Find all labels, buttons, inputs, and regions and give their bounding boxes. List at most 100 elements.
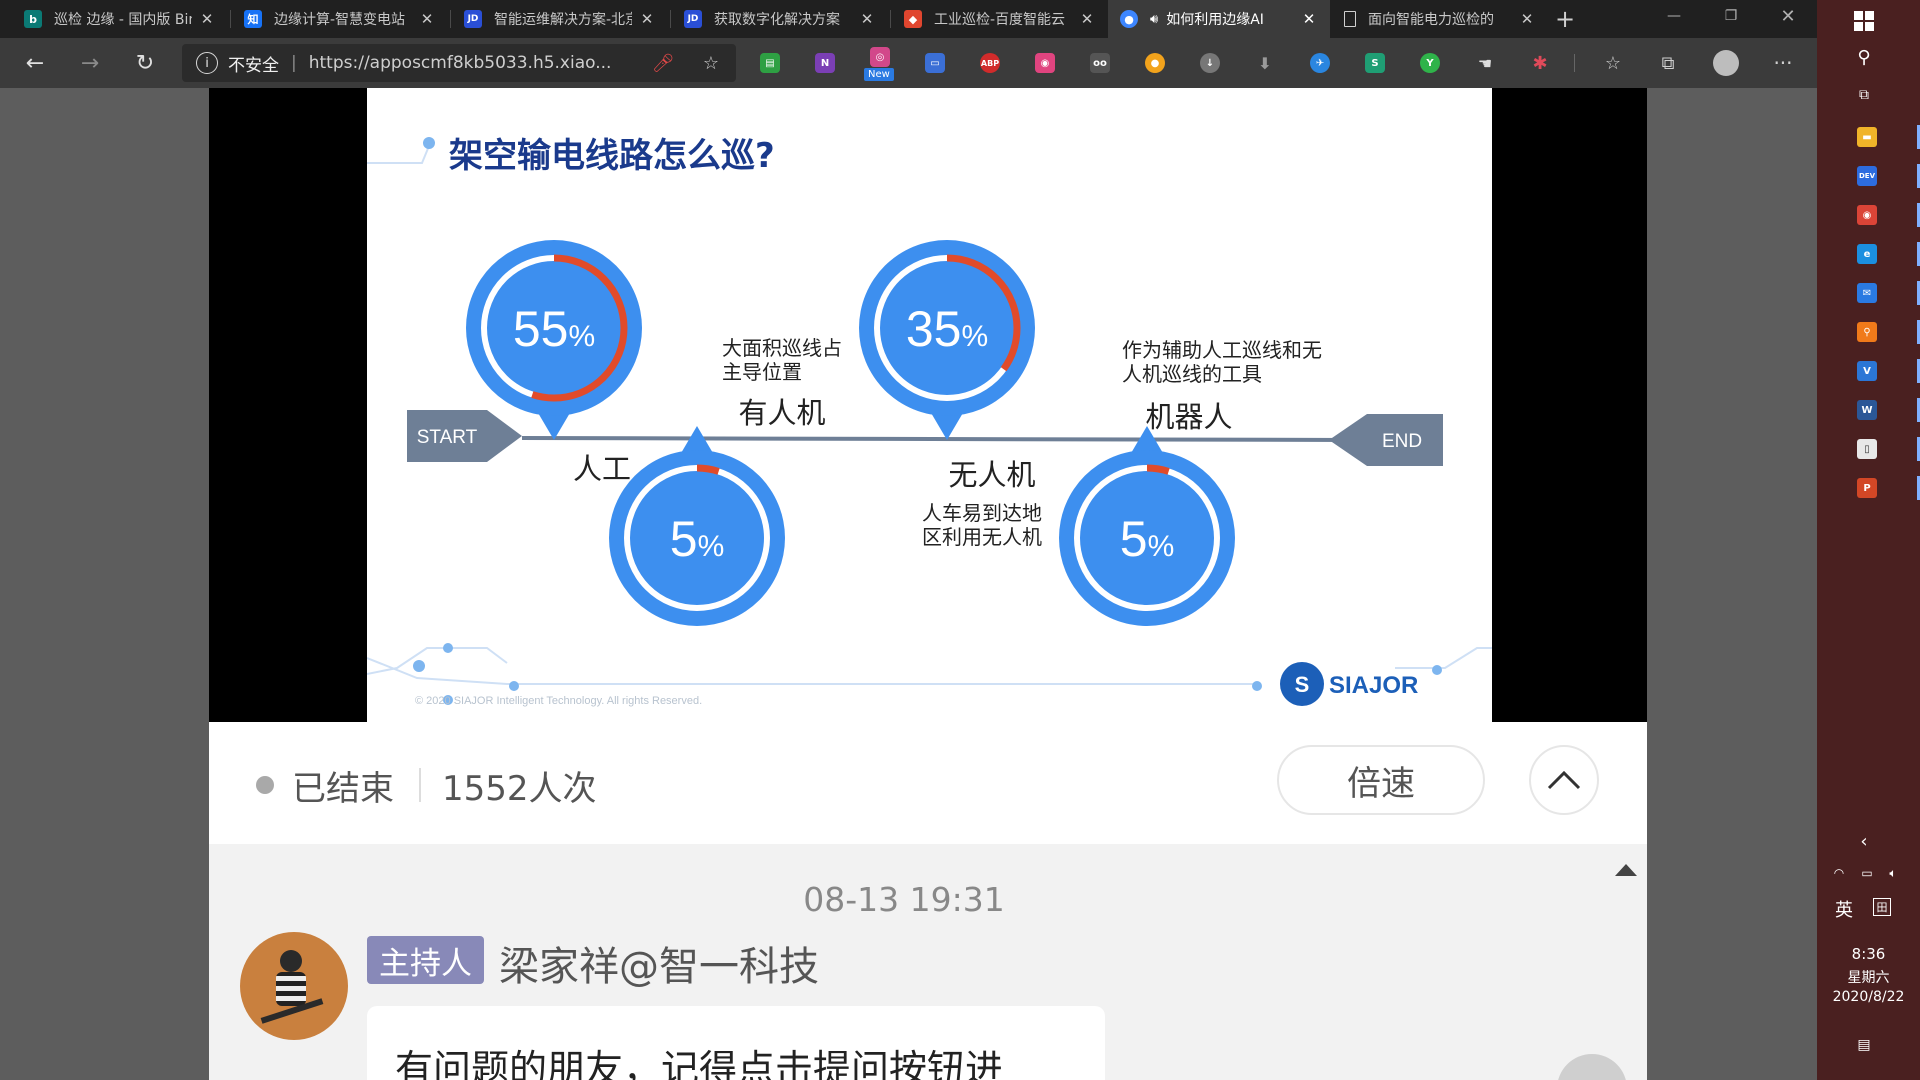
marker-drone: 35%	[859, 240, 1035, 440]
hand-ext-icon[interactable]: ☚	[1475, 53, 1495, 73]
printer-ext-icon[interactable]: ▤	[760, 53, 780, 73]
close-icon[interactable]: ✕	[1078, 10, 1096, 28]
windows-start-icon[interactable]	[1851, 8, 1877, 34]
close-icon[interactable]: ✕	[638, 10, 656, 28]
input-language[interactable]: 英	[1835, 896, 1853, 922]
tab-3[interactable]: JD 获取数字化解决方案 ✕	[672, 0, 888, 38]
jd-icon: JD	[684, 10, 702, 28]
status-divider	[419, 768, 421, 802]
close-icon[interactable]: ✕	[1300, 10, 1318, 28]
avatar[interactable]	[240, 932, 348, 1040]
new-tab-button[interactable]: +	[1550, 0, 1580, 38]
tab-separator	[230, 10, 231, 28]
ime-grid-icon[interactable]: 田	[1873, 898, 1891, 916]
tab-5-active[interactable]: ● 🔊︎ 如何利用边缘AI ✕	[1108, 0, 1330, 38]
mail-icon[interactable]: ✉	[1857, 283, 1877, 303]
tab-4[interactable]: ◆ 工业巡检-百度智能云 ✕	[892, 0, 1108, 38]
color-ext-icon[interactable]: ●	[1145, 53, 1165, 73]
camera-ext-icon[interactable]: ◉	[1035, 53, 1055, 73]
speed-button[interactable]: 倍速	[1277, 745, 1485, 815]
battery-icon[interactable]: ▭	[1857, 860, 1877, 886]
tab-title: 面向智能电力巡检的	[1368, 12, 1494, 28]
notes-icon[interactable]: ▯	[1857, 439, 1877, 459]
dev-tool-icon[interactable]: DEV	[1857, 166, 1877, 186]
search-icon[interactable]: ⚲	[1851, 44, 1877, 70]
task-view-icon[interactable]: ⧉	[1851, 82, 1877, 108]
y-ext-icon[interactable]: Y	[1420, 53, 1440, 73]
tab-0[interactable]: b 巡检 边缘 - 国内版 Bing ✕	[12, 0, 228, 38]
edge-icon[interactable]: e	[1857, 244, 1877, 264]
volume-icon[interactable]: 🔈︎	[1883, 860, 1903, 886]
profile-avatar-icon[interactable]	[1713, 50, 1739, 76]
file-explorer-icon[interactable]: ▬	[1857, 127, 1877, 147]
close-icon[interactable]: ✕	[1518, 10, 1536, 28]
minimize-button[interactable]: —	[1646, 0, 1702, 32]
collapse-button[interactable]	[1529, 745, 1599, 815]
download-circle-ext-icon[interactable]: ↓	[1200, 53, 1220, 73]
note-line: 主导位置	[722, 360, 802, 384]
clock-time[interactable]: 8:36	[1817, 945, 1920, 963]
forward-button[interactable]: →	[75, 48, 105, 78]
refresh-button[interactable]: ↻	[130, 48, 160, 78]
chat-timestamp: 08-13 19:31	[803, 880, 1005, 919]
new-badge: New	[864, 68, 894, 81]
vs-icon[interactable]: V	[1857, 361, 1877, 381]
live-state: 已结束	[292, 769, 394, 809]
close-icon[interactable]: ✕	[198, 10, 216, 28]
glasses-ext-icon[interactable]: oo	[1090, 53, 1110, 73]
url-text[interactable]: https://apposcmf8kb5033.h5.xiao...	[309, 53, 639, 73]
tab-title: 工业巡检-百度智能云	[934, 12, 1066, 28]
note-line: 人机巡线的工具	[1122, 362, 1262, 386]
search-app-icon[interactable]: ⚲	[1857, 322, 1877, 342]
word-icon[interactable]: W	[1857, 400, 1877, 420]
new-badge-ext-icon[interactable]: ◎	[870, 47, 890, 67]
note-drone: 人车易到达地 区利用无人机	[922, 501, 1042, 549]
label-manual: 人工	[572, 452, 631, 486]
close-window-button[interactable]: ✕	[1760, 0, 1816, 32]
microphone-blocked-icon[interactable]: 🎤︎	[650, 50, 676, 76]
note-robot: 作为辅助人工巡线和无 人机巡线的工具	[1122, 338, 1322, 386]
close-icon[interactable]: ✕	[858, 10, 876, 28]
note-line: 大面积巡线占	[722, 336, 842, 360]
live-status-bar: 已结束 1552人次 倍速	[209, 722, 1647, 844]
floating-action-button[interactable]	[1557, 1054, 1627, 1080]
tab-1[interactable]: 知 边缘计算-智慧变电站 ✕	[232, 0, 448, 38]
adblock-ext-icon[interactable]: ABP	[980, 53, 1000, 73]
more-menu-icon[interactable]: ···	[1770, 50, 1796, 76]
notification-center-icon[interactable]: ▤	[1851, 1032, 1877, 1058]
pinwheel-ext-icon[interactable]: ✱	[1530, 53, 1550, 74]
label-robot: 机器人	[1145, 400, 1233, 434]
compass-ext-icon[interactable]: ✈	[1310, 53, 1330, 73]
speaker-icon[interactable]: 🔊︎	[1150, 12, 1158, 27]
download-ext-icon[interactable]: ⬇	[1255, 53, 1275, 73]
timeline-line	[521, 436, 1353, 442]
close-icon[interactable]: ✕	[418, 10, 436, 28]
back-button[interactable]: ←	[20, 48, 50, 78]
scroll-up-icon[interactable]	[1613, 862, 1643, 878]
page-content: START END S SIAJOR © 2020 SIAJOR Intelli…	[209, 88, 1647, 1080]
jd-icon: JD	[464, 10, 482, 28]
bing-icon: b	[24, 10, 42, 28]
restore-button[interactable]: ❐	[1703, 0, 1759, 32]
chevron-up-icon	[1547, 770, 1581, 790]
chrome-icon[interactable]: ◉	[1857, 205, 1877, 225]
video-player[interactable]: START END S SIAJOR © 2020 SIAJOR Intelli…	[209, 88, 1647, 722]
s-ext-icon[interactable]: S	[1365, 53, 1385, 73]
powerpoint-icon[interactable]: P	[1857, 478, 1877, 498]
tab-6[interactable]: 面向智能电力巡检的 ✕	[1332, 0, 1548, 38]
note-line: 人车易到达地	[922, 501, 1042, 525]
clock-date: 2020/8/22	[1832, 989, 1905, 1005]
slide-graphics: START END S SIAJOR © 2020 SIAJOR Intelli…	[367, 137, 1492, 707]
onenote-ext-icon[interactable]: N	[815, 53, 835, 73]
collections-icon[interactable]: ⧉	[1655, 50, 1681, 76]
favorites-list-icon[interactable]: ☆	[1600, 50, 1626, 76]
browser-toolbar: ← → ↻ i 不安全 | https://apposcmf8kb5033.h5…	[0, 38, 1817, 88]
favorite-star-icon[interactable]: ☆	[698, 50, 724, 76]
info-icon[interactable]: i	[196, 52, 218, 74]
wifi-icon[interactable]: ◠	[1829, 860, 1849, 886]
host-badge: 主持人	[367, 936, 484, 984]
avatar-head	[280, 950, 302, 972]
card-ext-icon[interactable]: ▭	[925, 53, 945, 73]
chevron-left-icon[interactable]: ‹	[1851, 828, 1877, 854]
tab-2[interactable]: JD 智能运维解决方案-北京 ✕	[452, 0, 668, 38]
